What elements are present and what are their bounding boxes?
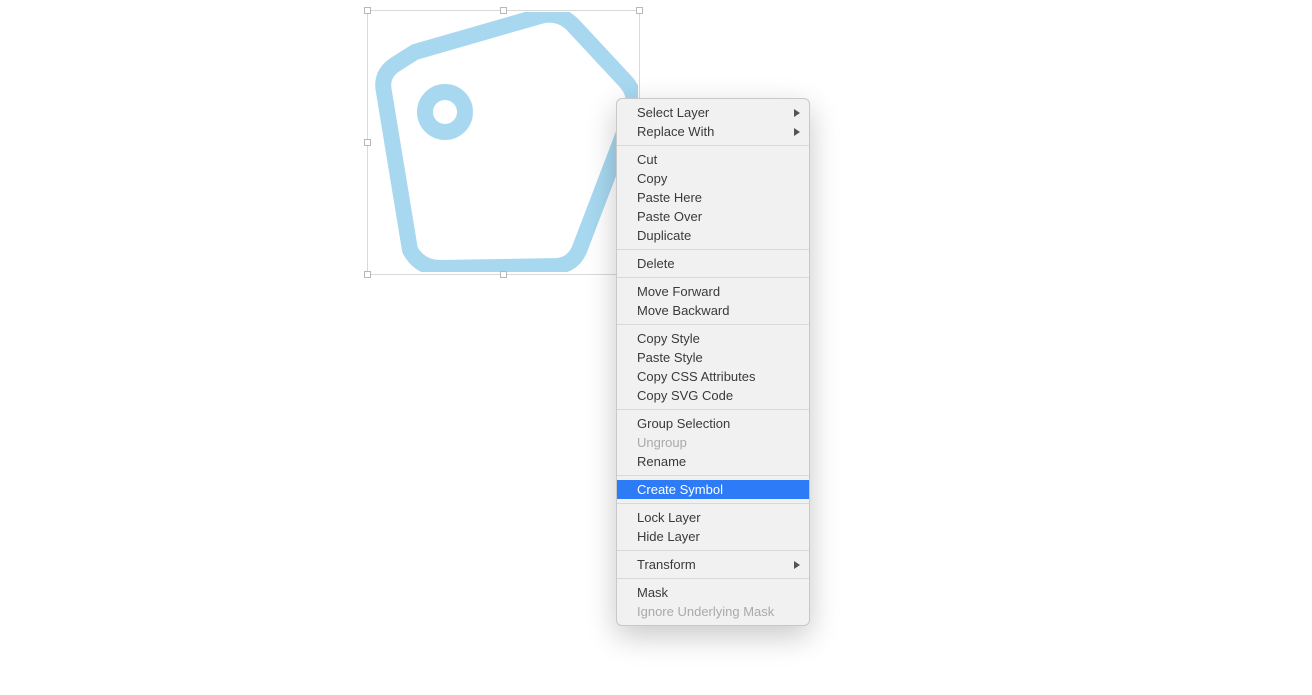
menu-separator [617,409,809,410]
menu-item-label: Move Backward [637,303,729,318]
menu-item-label: Paste Style [637,350,703,365]
menu-item-hide-layer[interactable]: Hide Layer [617,527,809,546]
menu-item-label: Create Symbol [637,482,723,497]
menu-item-label: Duplicate [637,228,691,243]
menu-separator [617,503,809,504]
menu-item-move-backward[interactable]: Move Backward [617,301,809,320]
resize-handle-top-left[interactable] [364,7,371,14]
menu-item-mask[interactable]: Mask [617,583,809,602]
menu-item-label: Group Selection [637,416,730,431]
menu-item-label: Ignore Underlying Mask [637,604,774,619]
menu-item-label: Replace With [637,124,714,139]
resize-handle-middle-left[interactable] [364,139,371,146]
resize-handle-bottom-middle[interactable] [500,271,507,278]
menu-item-duplicate[interactable]: Duplicate [617,226,809,245]
menu-item-label: Move Forward [637,284,720,299]
menu-item-label: Cut [637,152,657,167]
menu-item-ignore-underlying-mask: Ignore Underlying Mask [617,602,809,621]
menu-separator [617,550,809,551]
menu-item-paste-here[interactable]: Paste Here [617,188,809,207]
menu-item-label: Rename [637,454,686,469]
menu-item-label: Copy CSS Attributes [637,369,756,384]
menu-item-label: Copy [637,171,667,186]
menu-separator [617,277,809,278]
resize-handle-top-middle[interactable] [500,7,507,14]
menu-item-label: Paste Here [637,190,702,205]
menu-item-replace-with[interactable]: Replace With [617,122,809,141]
menu-item-copy-svg-code[interactable]: Copy SVG Code [617,386,809,405]
submenu-arrow-icon [794,128,800,136]
menu-item-copy-css-attributes[interactable]: Copy CSS Attributes [617,367,809,386]
menu-item-paste-style[interactable]: Paste Style [617,348,809,367]
menu-item-ungroup: Ungroup [617,433,809,452]
menu-separator [617,578,809,579]
submenu-arrow-icon [794,109,800,117]
menu-item-cut[interactable]: Cut [617,150,809,169]
menu-item-copy[interactable]: Copy [617,169,809,188]
menu-separator [617,475,809,476]
menu-item-label: Lock Layer [637,510,701,525]
resize-handle-bottom-left[interactable] [364,271,371,278]
menu-item-rename[interactable]: Rename [617,452,809,471]
menu-item-label: Mask [637,585,668,600]
submenu-arrow-icon [794,561,800,569]
menu-separator [617,324,809,325]
menu-item-label: Delete [637,256,675,271]
menu-item-create-symbol[interactable]: Create Symbol [617,480,809,499]
menu-item-move-forward[interactable]: Move Forward [617,282,809,301]
context-menu: Select Layer Replace With Cut Copy Paste Her… [616,98,810,626]
menu-item-label: Select Layer [637,105,709,120]
menu-item-label: Paste Over [637,209,702,224]
menu-item-label: Copy SVG Code [637,388,733,403]
menu-item-delete[interactable]: Delete [617,254,809,273]
menu-separator [617,145,809,146]
menu-item-label: Transform [637,557,696,572]
menu-item-select-layer[interactable]: Select Layer [617,103,809,122]
menu-item-paste-over[interactable]: Paste Over [617,207,809,226]
resize-handle-top-right[interactable] [636,7,643,14]
selection-bounding-box[interactable] [367,10,640,275]
menu-item-copy-style[interactable]: Copy Style [617,329,809,348]
menu-separator [617,249,809,250]
menu-item-transform[interactable]: Transform [617,555,809,574]
menu-item-label: Copy Style [637,331,700,346]
menu-item-lock-layer[interactable]: Lock Layer [617,508,809,527]
menu-item-label: Ungroup [637,435,687,450]
menu-item-group-selection[interactable]: Group Selection [617,414,809,433]
menu-item-label: Hide Layer [637,529,700,544]
